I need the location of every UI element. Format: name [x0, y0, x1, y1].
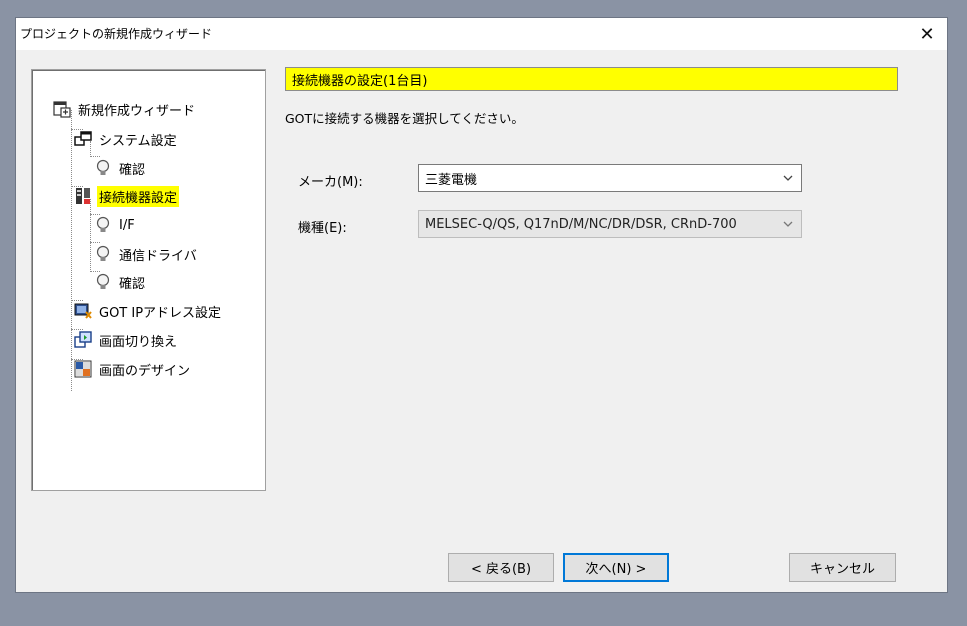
tree-item-connected-device[interactable]: 接続機器設定: [74, 185, 180, 207]
maker-select[interactable]: 三菱電機: [418, 164, 802, 192]
bulb-icon: [94, 273, 112, 291]
tree-root-item[interactable]: 新規作成ウィザード: [53, 98, 197, 120]
tree-item-system-settings[interactable]: システム設定: [74, 128, 179, 150]
wizard-icon: [53, 100, 71, 118]
tree-item-ip-address[interactable]: GOT IPアドレス設定: [74, 300, 223, 322]
model-label: 機種(E):: [298, 221, 347, 236]
tree-item-label: I/F: [119, 217, 135, 233]
tree-item-confirm-1[interactable]: 確認: [94, 157, 147, 179]
close-icon: ✕: [919, 23, 935, 45]
tree-item-interface[interactable]: I/F: [94, 214, 137, 236]
model-select[interactable]: MELSEC-Q/QS, Q17nD/M/NC/DR/DSR, CRnD-700: [418, 210, 802, 238]
model-select-value: MELSEC-Q/QS, Q17nD/M/NC/DR/DSR, CRnD-700: [425, 216, 737, 232]
system-settings-icon: [74, 130, 92, 148]
title-bar: プロジェクトの新規作成ウィザード ✕: [16, 18, 947, 50]
tree-item-confirm-2[interactable]: 確認: [94, 271, 147, 293]
chevron-down-icon: [783, 218, 793, 228]
connected-device-icon: [74, 187, 92, 205]
tree-item-screen-design[interactable]: 画面のデザイン: [74, 358, 192, 380]
ip-address-icon: [74, 302, 92, 320]
section-header: 接続機器の設定(1台目): [285, 67, 898, 91]
tree-item-label: GOT IPアドレス設定: [99, 305, 222, 321]
maker-select-value: 三菱電機: [425, 172, 478, 188]
chevron-down-icon: [783, 172, 793, 182]
next-button[interactable]: 次へ(N) >: [563, 553, 669, 582]
screen-switch-icon: [74, 331, 92, 349]
tree-item-label: 画面のデザイン: [99, 363, 191, 379]
tree-item-label: 通信ドライバ: [119, 248, 197, 264]
tree-item-comm-driver[interactable]: 通信ドライバ: [94, 243, 199, 265]
back-button[interactable]: < 戻る(B): [448, 553, 554, 582]
bulb-icon: [94, 245, 112, 263]
tree-item-label: システム設定: [99, 133, 177, 149]
screen-design-icon: [74, 360, 92, 378]
tree-item-label: 接続機器設定: [97, 185, 180, 207]
wizard-dialog: プロジェクトの新規作成ウィザード ✕ 新規作成ウィザード システム設定 確認 接…: [15, 17, 948, 593]
window-title: プロジェクトの新規作成ウィザード: [20, 27, 213, 41]
tree-root-label: 新規作成ウィザード: [78, 103, 196, 119]
cancel-button[interactable]: キャンセル: [789, 553, 896, 582]
close-button[interactable]: ✕: [907, 18, 947, 50]
maker-label: メーカ(M):: [298, 175, 363, 190]
tree-item-label: 画面切り換え: [99, 334, 178, 350]
tree-item-label: 確認: [119, 276, 146, 292]
bulb-icon: [94, 159, 112, 177]
instruction-text: GOTに接続する機器を選択してください。: [285, 111, 524, 126]
tree-connector: [90, 199, 91, 272]
tree-item-label: 確認: [119, 162, 146, 178]
tree-connector: [71, 110, 72, 391]
wizard-tree: 新規作成ウィザード システム設定 確認 接続機器設定 I/F 通信ドライバ 確認…: [31, 69, 266, 491]
bulb-icon: [94, 216, 112, 234]
tree-item-screen-switch[interactable]: 画面切り換え: [74, 329, 179, 351]
